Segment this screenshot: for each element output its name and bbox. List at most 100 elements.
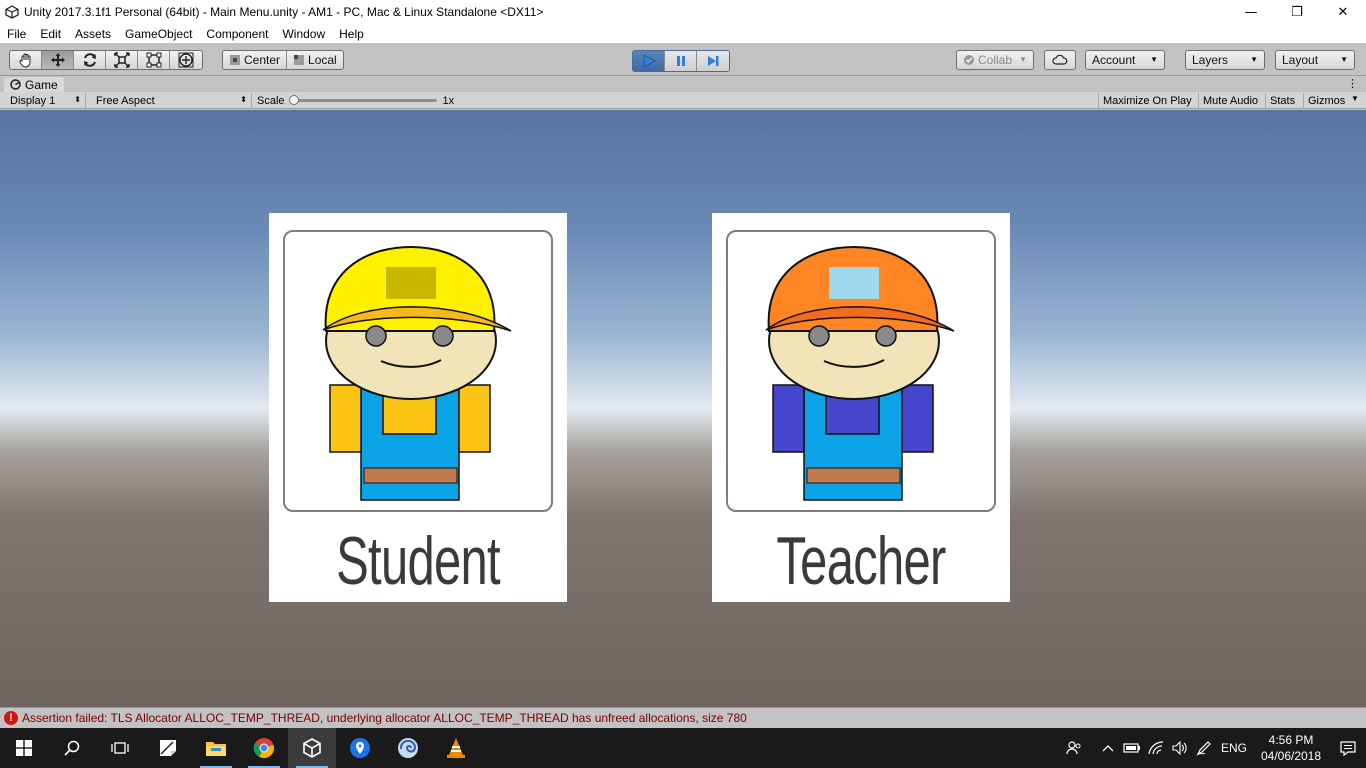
sticky-notes-app[interactable] <box>144 728 192 768</box>
people-icon[interactable] <box>1062 728 1086 768</box>
mute-audio-label: Mute Audio <box>1203 94 1259 107</box>
move-icon <box>50 53 65 67</box>
chrome-app[interactable] <box>240 728 288 768</box>
chrome-icon <box>253 738 274 759</box>
rotate-tool-button[interactable] <box>74 51 106 69</box>
start-button[interactable] <box>0 728 48 768</box>
play-icon <box>643 54 656 68</box>
pivot-rotation-button[interactable]: Local <box>287 51 343 69</box>
sticky-notes-icon <box>160 740 176 756</box>
collab-dropdown[interactable]: Collab ▼ <box>956 50 1034 70</box>
wifi-icon[interactable] <box>1144 728 1168 768</box>
pivot-mode-button[interactable]: Center <box>223 51 288 69</box>
close-button[interactable]: ✕ <box>1320 0 1366 24</box>
stats-label: Stats <box>1270 94 1296 107</box>
volume-icon[interactable] <box>1168 728 1192 768</box>
vlc-icon <box>447 738 465 758</box>
unity-icon <box>303 738 321 758</box>
window-title: Unity 2017.3.1f1 Personal (64bit) - Main… <box>24 5 544 19</box>
menu-edit[interactable]: Edit <box>33 27 68 41</box>
notification-icon <box>1340 741 1356 756</box>
battery-icon[interactable] <box>1120 728 1144 768</box>
teacher-card[interactable]: Teacher <box>712 213 1010 602</box>
console-status-bar[interactable]: ! Assertion failed: TLS Allocator ALLOC_… <box>0 707 1366 728</box>
panel-menu-icon[interactable]: ⋮ <box>1347 77 1358 90</box>
file-explorer-app[interactable] <box>192 728 240 768</box>
chevron-up-icon[interactable] <box>1096 728 1120 768</box>
belt <box>806 467 901 484</box>
clock-date: 04/06/2018 <box>1260 749 1322 763</box>
right-sleeve <box>901 384 934 453</box>
clock[interactable]: 4:56 PM 04/06/2018 <box>1252 732 1330 764</box>
right-eye <box>432 325 454 347</box>
account-dropdown[interactable]: Account ▼ <box>1085 50 1165 70</box>
display-dropdown[interactable]: Display 1 ⬍ <box>4 93 86 108</box>
playback-controls <box>632 50 730 72</box>
mute-audio-toggle[interactable]: Mute Audio <box>1198 93 1262 108</box>
scale-tool-button[interactable] <box>106 51 138 69</box>
cloud-button[interactable] <box>1044 50 1076 70</box>
move-tool-button[interactable] <box>42 51 74 69</box>
student-label: Student <box>336 523 500 599</box>
left-sleeve <box>329 384 362 453</box>
main-toolbar: Center Local Collab ▼ Account ▼ Layers ▼… <box>0 43 1366 76</box>
scale-icon <box>113 52 130 68</box>
teacher-label: Teacher <box>776 523 946 599</box>
panel-tab-bar: Game ⋮ <box>0 76 1366 92</box>
pivot-local-icon <box>294 55 305 65</box>
search-button[interactable] <box>48 728 96 768</box>
aspect-label: Free Aspect <box>96 94 155 107</box>
hat-patch <box>386 267 436 299</box>
student-card[interactable]: Student <box>269 213 567 602</box>
left-sleeve <box>772 384 805 453</box>
windows-taskbar: ENG 4:56 PM 04/06/2018 <box>0 728 1366 768</box>
layers-label: Layers <box>1192 53 1229 67</box>
belt <box>363 467 458 484</box>
play-button[interactable] <box>633 51 665 71</box>
menu-component[interactable]: Component <box>199 27 275 41</box>
aspect-dropdown[interactable]: Free Aspect ⬍ <box>90 93 252 108</box>
task-view-button[interactable] <box>96 728 144 768</box>
scale-slider[interactable] <box>288 95 437 105</box>
menu-assets[interactable]: Assets <box>68 27 118 41</box>
error-icon: ! <box>4 711 18 725</box>
scale-control: Scale 1x <box>257 93 454 108</box>
right-eye <box>875 325 897 347</box>
app-icon <box>398 738 418 758</box>
stats-toggle[interactable]: Stats <box>1265 93 1299 108</box>
layout-label: Layout <box>1282 53 1319 67</box>
pen-workspace-icon[interactable] <box>1192 728 1216 768</box>
language-indicator[interactable]: ENG <box>1216 741 1252 755</box>
action-center-button[interactable] <box>1330 728 1366 768</box>
account-label: Account <box>1092 53 1136 67</box>
menu-help[interactable]: Help <box>332 27 371 41</box>
hand-tool-button[interactable] <box>10 51 42 69</box>
menu-window[interactable]: Window <box>275 27 332 41</box>
chevron-down-icon: ▼ <box>1351 94 1359 103</box>
scale-slider-thumb[interactable] <box>288 95 299 105</box>
right-sleeve <box>458 384 491 453</box>
maps-app[interactable] <box>336 728 384 768</box>
scale-label: Scale <box>257 94 285 107</box>
clock-time: 4:56 PM <box>1268 733 1314 747</box>
pause-icon <box>676 56 685 66</box>
menu-file[interactable]: File <box>0 27 33 41</box>
tab-game[interactable]: Game <box>4 77 64 92</box>
step-button[interactable] <box>697 51 729 71</box>
minimize-button[interactable]: — <box>1228 0 1274 24</box>
layout-dropdown[interactable]: Layout ▼ <box>1275 50 1355 70</box>
menu-bar: File Edit Assets GameObject Component Wi… <box>0 24 1366 43</box>
pause-button[interactable] <box>665 51 697 71</box>
gizmos-dropdown[interactable]: Gizmos <box>1303 93 1357 108</box>
rect-tool-button[interactable] <box>138 51 170 69</box>
pivot-rotation-label: Local <box>308 53 337 67</box>
maximize-on-play-toggle[interactable]: Maximize On Play <box>1098 93 1196 108</box>
generic-app[interactable] <box>384 728 432 768</box>
layers-dropdown[interactable]: Layers ▼ <box>1185 50 1265 70</box>
menu-gameobject[interactable]: GameObject <box>118 27 199 41</box>
transform-tool-button[interactable] <box>170 51 202 69</box>
maps-icon <box>350 738 370 758</box>
maximize-button[interactable]: ❐ <box>1274 0 1320 24</box>
unity-app[interactable] <box>288 728 336 768</box>
vlc-app[interactable] <box>432 728 480 768</box>
